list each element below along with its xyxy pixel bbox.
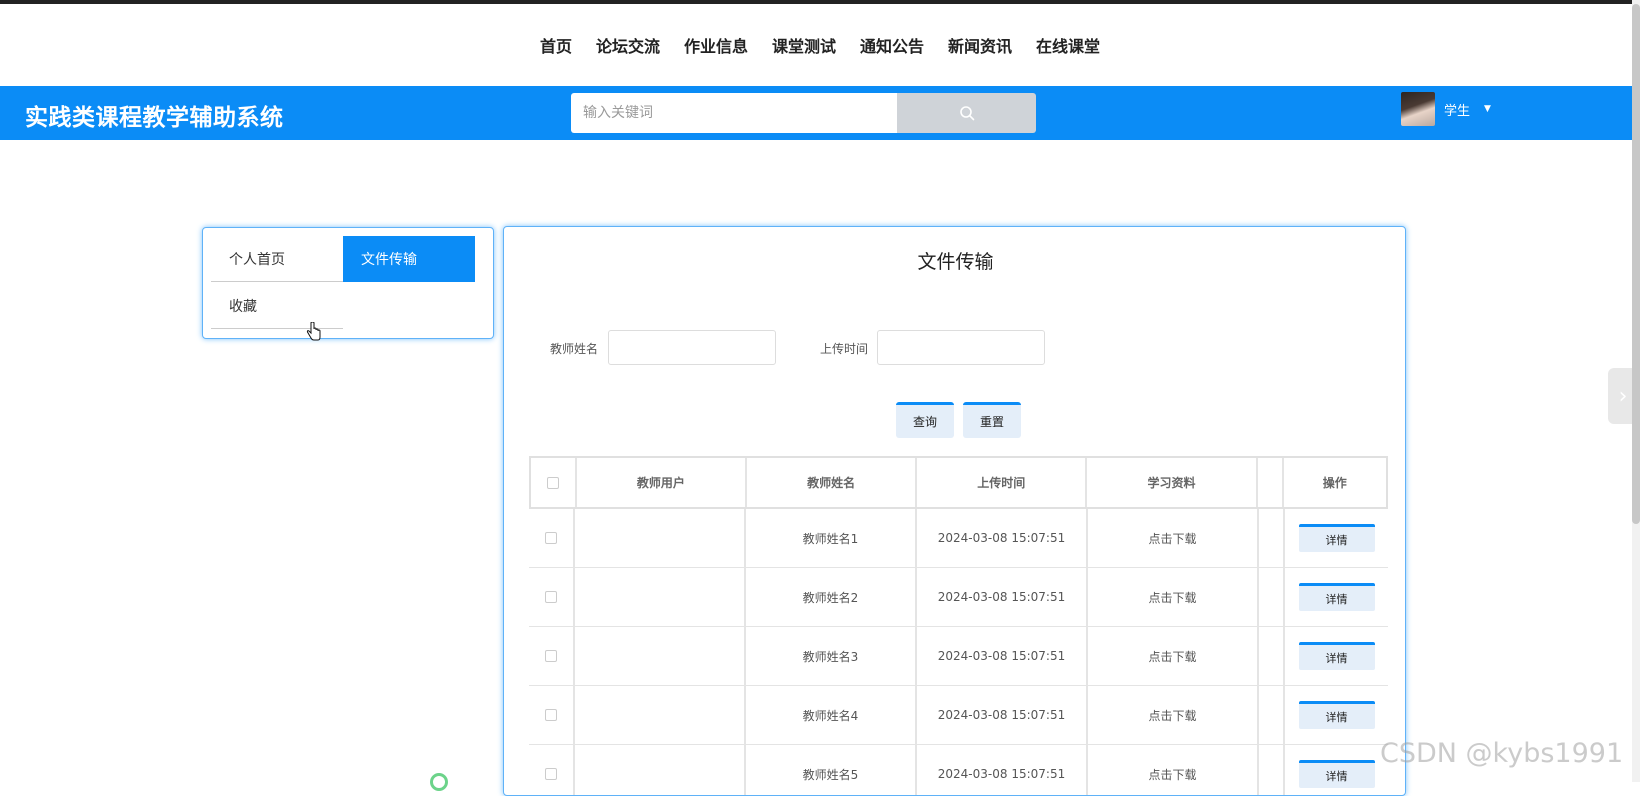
user-name: 学生 bbox=[1444, 103, 1471, 119]
cell-teacher-user bbox=[575, 627, 746, 685]
select-all-checkbox[interactable] bbox=[546, 476, 559, 489]
row-select-cell bbox=[529, 627, 575, 685]
cell-spacer bbox=[1259, 568, 1285, 626]
row-select-cell bbox=[529, 509, 575, 567]
cell-upload-time: 2024-03-08 15:07:51 bbox=[917, 568, 1088, 626]
nav-item-homework[interactable]: 作业信息 bbox=[684, 33, 748, 57]
detail-button[interactable]: 详情 bbox=[1298, 524, 1375, 552]
cell-teacher-name: 教师姓名3 bbox=[746, 627, 917, 685]
sidebar-item-file-transfer[interactable]: 文件传输 bbox=[343, 236, 475, 282]
cell-teacher-user bbox=[575, 509, 746, 567]
download-link[interactable]: 点击下载 bbox=[1088, 568, 1259, 626]
row-select-cell bbox=[529, 568, 575, 626]
site-title: 实践类课程教学辅助系统 bbox=[25, 105, 284, 131]
nav-item-notice[interactable]: 通知公告 bbox=[860, 33, 924, 57]
cell-actions: 详情 bbox=[1285, 686, 1388, 744]
cell-upload-time: 2024-03-08 15:07:51 bbox=[917, 745, 1088, 795]
header-actions: 操作 bbox=[1322, 476, 1347, 490]
user-menu[interactable]: 学生 ▼ bbox=[1401, 92, 1491, 126]
detail-button[interactable]: 详情 bbox=[1298, 701, 1375, 729]
download-link[interactable]: 点击下载 bbox=[1088, 745, 1259, 795]
row-select-cell bbox=[529, 745, 575, 795]
cell-actions: 详情 bbox=[1285, 627, 1388, 685]
cell-teacher-name: 教师姓名5 bbox=[746, 745, 917, 795]
sidebar-card: 个人首页 文件传输 收藏 bbox=[202, 227, 494, 339]
sidebar-item-profile[interactable]: 个人首页 bbox=[211, 236, 343, 282]
header-select-all bbox=[531, 458, 577, 507]
cell-teacher-name: 教师姓名2 bbox=[746, 568, 917, 626]
teacher-name-label: 教师姓名 bbox=[550, 342, 599, 356]
cell-upload-time: 2024-03-08 15:07:51 bbox=[917, 509, 1088, 567]
download-link[interactable]: 点击下载 bbox=[1088, 509, 1259, 567]
scrollbar-thumb[interactable] bbox=[1632, 4, 1640, 524]
download-link[interactable]: 点击下载 bbox=[1088, 627, 1259, 685]
cell-teacher-user bbox=[575, 568, 746, 626]
top-nav: 首页 论坛交流 作业信息 课堂测试 通知公告 新闻资讯 在线课堂 bbox=[0, 4, 1640, 86]
cell-teacher-user bbox=[575, 745, 746, 795]
cell-upload-time: 2024-03-08 15:07:51 bbox=[917, 627, 1088, 685]
row-checkbox[interactable] bbox=[545, 532, 557, 544]
search-input[interactable] bbox=[571, 93, 897, 133]
cell-actions: 详情 bbox=[1285, 745, 1388, 795]
row-select-cell bbox=[529, 686, 575, 744]
reset-button[interactable]: 重置 bbox=[963, 402, 1021, 438]
row-checkbox[interactable] bbox=[545, 709, 557, 721]
page-title: 文件传输 bbox=[917, 251, 994, 273]
cell-actions: 详情 bbox=[1285, 568, 1388, 626]
cell-spacer bbox=[1259, 745, 1285, 795]
nav-item-online-class[interactable]: 在线课堂 bbox=[1036, 33, 1100, 57]
cell-teacher-user bbox=[575, 686, 746, 744]
nav-item-quiz[interactable]: 课堂测试 bbox=[772, 33, 836, 57]
detail-button[interactable]: 详情 bbox=[1298, 583, 1375, 611]
row-checkbox[interactable] bbox=[545, 768, 557, 780]
cell-teacher-name: 教师姓名4 bbox=[746, 686, 917, 744]
detail-button[interactable]: 详情 bbox=[1298, 760, 1375, 788]
nav-item-news[interactable]: 新闻资讯 bbox=[948, 33, 1012, 57]
row-checkbox[interactable] bbox=[545, 650, 557, 662]
download-link[interactable]: 点击下载 bbox=[1088, 686, 1259, 744]
teacher-name-input[interactable] bbox=[608, 330, 776, 365]
nav-item-forum[interactable]: 论坛交流 bbox=[596, 33, 660, 57]
hand-cursor-icon bbox=[306, 321, 322, 346]
row-checkbox[interactable] bbox=[545, 591, 557, 603]
search-icon bbox=[959, 106, 974, 121]
search-button[interactable] bbox=[897, 93, 1036, 133]
detail-button[interactable]: 详情 bbox=[1298, 642, 1375, 670]
avatar bbox=[1401, 92, 1435, 126]
nav-item-home[interactable]: 首页 bbox=[540, 33, 572, 57]
page-scrollbar[interactable] bbox=[1632, 0, 1640, 782]
header-study-material: 学习资料 bbox=[1087, 458, 1258, 507]
upload-time-input[interactable] bbox=[877, 330, 1045, 365]
caret-down-icon: ▼ bbox=[1484, 104, 1491, 114]
cell-actions: 详情 bbox=[1285, 509, 1388, 567]
table-row: 教师姓名4 2024-03-08 15:07:51 点击下载 详情 bbox=[529, 686, 1388, 745]
cell-upload-time: 2024-03-08 15:07:51 bbox=[917, 686, 1088, 744]
table-row: 教师姓名2 2024-03-08 15:07:51 点击下载 详情 bbox=[529, 568, 1388, 627]
header-teacher-user: 教师用户 bbox=[577, 458, 747, 507]
query-button[interactable]: 查询 bbox=[896, 402, 954, 438]
table-row: 教师姓名5 2024-03-08 15:07:51 点击下载 详情 bbox=[529, 745, 1388, 795]
file-transfer-panel: 文件传输 教师姓名 上传时间 查询 重置 教师用户 教师姓名 上传时间 学习资料… bbox=[503, 226, 1406, 796]
cell-spacer bbox=[1259, 509, 1285, 567]
watermark: CSDN @kybs1991 bbox=[1380, 738, 1624, 769]
cell-spacer bbox=[1259, 627, 1285, 685]
header-upload-time: 上传时间 bbox=[917, 458, 1088, 507]
cell-teacher-name: 教师姓名1 bbox=[746, 509, 917, 567]
header-spacer bbox=[1258, 458, 1284, 507]
cell-spacer bbox=[1259, 686, 1285, 744]
sidebar-item-favorites[interactable]: 收藏 bbox=[211, 283, 343, 329]
table-row: 教师姓名1 2024-03-08 15:07:51 点击下载 详情 bbox=[529, 509, 1388, 568]
table-row: 教师姓名3 2024-03-08 15:07:51 点击下载 详情 bbox=[529, 627, 1388, 686]
header-bar: 实践类课程教学辅助系统 学生 ▼ bbox=[0, 86, 1632, 140]
floating-widget-icon[interactable] bbox=[430, 773, 448, 791]
upload-time-label: 上传时间 bbox=[820, 342, 869, 356]
table-header-row: 教师用户 教师姓名 上传时间 学习资料 操作 bbox=[529, 456, 1388, 509]
header-teacher-name: 教师姓名 bbox=[747, 458, 918, 507]
